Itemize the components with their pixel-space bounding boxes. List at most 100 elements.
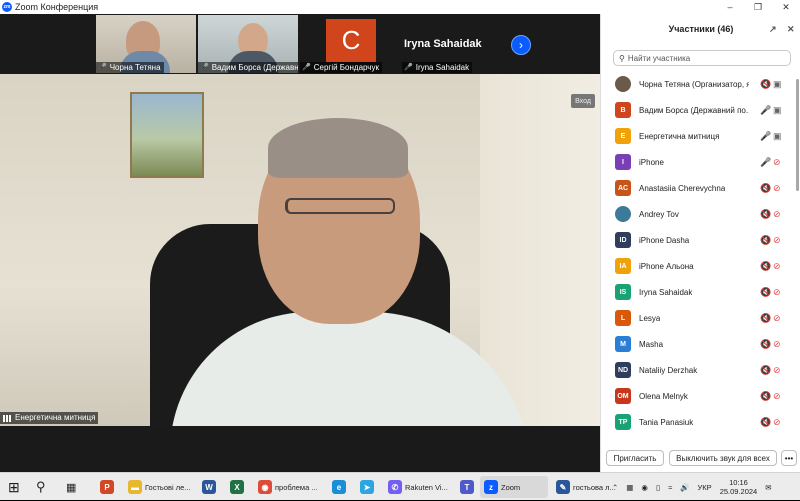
camera-off-icon[interactable]: ⊘ xyxy=(773,235,781,246)
app-icon: ➤ xyxy=(360,480,374,494)
participant-row[interactable]: OM Olena Melnyk 🔇 ⊘ xyxy=(601,383,794,409)
panel-footer: Пригласить Выключить звук для всех ••• xyxy=(601,448,800,470)
participant-row[interactable]: IS Iryna Sahaidak 🔇 ⊘ xyxy=(601,279,794,305)
taskbar-app-label: проблема ... xyxy=(275,482,318,492)
volume-icon[interactable]: 🔊 xyxy=(680,483,689,492)
camera-off-icon[interactable]: ⊘ xyxy=(773,261,781,272)
taskbar-app-button[interactable]: T xyxy=(456,476,480,498)
app-icon: ✎ xyxy=(556,480,570,494)
camera-off-icon[interactable]: ⊘ xyxy=(773,417,781,428)
scrollbar[interactable] xyxy=(795,71,800,441)
participant-name: Andrey Tov xyxy=(639,209,679,219)
tray-overflow-icon[interactable]: ⌃ xyxy=(612,483,618,492)
mic-muted-icon[interactable]: 🔇 xyxy=(760,339,771,350)
mic-muted-icon[interactable]: 🔇 xyxy=(760,417,771,428)
tile-name-label: 🎤 Чорна Тетяна xyxy=(96,62,164,73)
participant-row[interactable]: TP Tania Panasiuk 🔇 ⊘ xyxy=(601,409,794,435)
start-button[interactable]: ⊞ xyxy=(8,476,20,498)
taskbar-app-button[interactable]: ✎ гостьова л... xyxy=(552,476,620,498)
participant-row[interactable]: В Вадим Борса (Державний по... 🎤 ▣ xyxy=(601,97,794,123)
participant-row[interactable]: Andrey Tov 🔇 ⊘ xyxy=(601,201,794,227)
camera-icon[interactable]: ▣ xyxy=(773,131,782,142)
battery-icon[interactable]: ▯ xyxy=(656,483,660,492)
mute-all-button[interactable]: Выключить звук для всех xyxy=(669,450,777,466)
mic-icon[interactable]: 🎤 xyxy=(760,105,771,116)
shield-icon[interactable]: ▦ xyxy=(626,483,633,492)
minimize-button[interactable]: – xyxy=(716,0,744,14)
participant-row[interactable]: M Masha 🔇 ⊘ xyxy=(601,331,794,357)
video-tile[interactable]: 🎤 Чорна Тетяна xyxy=(96,15,196,73)
taskbar-app-button[interactable]: X xyxy=(226,476,250,498)
taskbar-app-button[interactable]: ◉ проблема ... xyxy=(254,476,322,498)
taskbar-app-button[interactable]: ✆ Rakuten Vi... xyxy=(384,476,452,498)
taskbar-app-button[interactable]: ➤ xyxy=(356,476,380,498)
camera-off-icon[interactable]: ⊘ xyxy=(773,339,781,350)
more-options-button[interactable]: ••• xyxy=(781,450,797,466)
system-tray: ⌃ ▦ ◉ ▯ ≈ 🔊 УКР 10:16 25.09.2024 ✉ xyxy=(612,473,772,501)
app-tray-icon[interactable]: ◉ xyxy=(641,483,648,492)
participant-row[interactable]: AC Anastasiia Cherevychna 🔇 ⊘ xyxy=(601,175,794,201)
mic-muted-icon[interactable]: 🔇 xyxy=(760,313,771,324)
camera-icon[interactable]: ▣ xyxy=(773,79,782,90)
camera-off-icon[interactable]: ⊘ xyxy=(773,183,781,194)
taskbar-app-button[interactable]: e xyxy=(328,476,352,498)
language-indicator[interactable]: УКР xyxy=(698,483,712,492)
taskbar-app-button[interactable]: W xyxy=(198,476,222,498)
active-speaker-video xyxy=(0,74,600,426)
app-icon: P xyxy=(100,480,114,494)
wifi-icon[interactable]: ≈ xyxy=(668,483,672,492)
muted-mic-icon: 🎤 xyxy=(98,64,107,71)
mic-icon[interactable]: 🎤 xyxy=(760,157,771,168)
mic-muted-icon[interactable]: 🔇 xyxy=(760,209,771,220)
search-input[interactable]: ⚲ Найти участника xyxy=(613,50,791,66)
search-taskbar-button[interactable]: ⚲ xyxy=(36,476,46,498)
video-tile[interactable]: 🎤Вадим Борса (Державни... xyxy=(198,15,298,73)
camera-off-icon[interactable]: ⊘ xyxy=(773,313,781,324)
camera-off-icon[interactable]: ⊘ xyxy=(773,209,781,220)
mic-muted-icon[interactable]: 🔇 xyxy=(760,79,771,90)
close-icon[interactable]: ✕ xyxy=(787,24,795,35)
app-icon: ◉ xyxy=(258,480,272,494)
participant-row[interactable]: Е Енергетична митниця 🎤 ▣ xyxy=(601,123,794,149)
search-icon: ⚲ xyxy=(36,479,46,494)
participant-row[interactable]: IiPhone 🎤 ⊘ xyxy=(601,149,794,175)
participant-row[interactable]: ND Nataliiy Derzhak 🔇 ⊘ xyxy=(601,357,794,383)
clock[interactable]: 10:16 25.09.2024 xyxy=(720,478,758,496)
muted-mic-icon: 🎤 xyxy=(302,64,311,71)
close-button[interactable]: ✕ xyxy=(772,0,800,14)
participant-row[interactable]: ID iPhone Dasha 🔇 ⊘ xyxy=(601,227,794,253)
invite-button[interactable]: Пригласить xyxy=(606,450,664,466)
mic-muted-icon[interactable]: 🔇 xyxy=(760,261,771,272)
taskbar-app-label: Гостьові ле... xyxy=(145,482,191,492)
task-view-button[interactable]: ▦ xyxy=(66,476,76,498)
mic-muted-icon[interactable]: 🔇 xyxy=(760,391,771,402)
tile-big-name: Iryna Sahaidak xyxy=(404,38,482,50)
speaker-glasses xyxy=(285,198,395,214)
maximize-button[interactable]: ❐ xyxy=(744,0,772,14)
view-button[interactable]: Вход xyxy=(571,94,595,108)
camera-off-icon[interactable]: ⊘ xyxy=(773,287,781,298)
mic-muted-icon[interactable]: 🔇 xyxy=(760,287,771,298)
next-page-button[interactable]: › xyxy=(511,35,531,55)
avatar: IA xyxy=(615,258,631,274)
taskbar-app-button[interactable]: P xyxy=(96,476,120,498)
camera-icon[interactable]: ▣ xyxy=(773,105,782,116)
camera-off-icon[interactable]: ⊘ xyxy=(773,157,781,168)
popout-icon[interactable]: ↗ xyxy=(769,24,777,35)
taskbar-app-button[interactable]: ▬ Гостьові ле... xyxy=(124,476,192,498)
mic-muted-icon[interactable]: 🔇 xyxy=(760,365,771,376)
zoom-logo-icon: zm xyxy=(2,2,12,12)
notifications-icon[interactable]: ✉ xyxy=(765,483,771,492)
camera-off-icon[interactable]: ⊘ xyxy=(773,365,781,376)
taskbar-app-button[interactable]: z Zoom xyxy=(480,476,548,498)
participant-row[interactable]: IA iPhone Альона 🔇 ⊘ xyxy=(601,253,794,279)
participant-row[interactable]: L Lesya 🔇 ⊘ xyxy=(601,305,794,331)
mic-icon[interactable]: 🎤 xyxy=(760,131,771,142)
participant-row[interactable]: Чорна Тетяна (Организатор, я) 🔇 ▣ xyxy=(601,71,794,97)
participant-name: iPhone Альона xyxy=(639,261,694,271)
mic-muted-icon[interactable]: 🔇 xyxy=(760,235,771,246)
scrollbar-thumb[interactable] xyxy=(796,79,799,191)
taskbar-app-label: Rakuten Vi... xyxy=(405,482,448,492)
camera-off-icon[interactable]: ⊘ xyxy=(773,391,781,402)
mic-muted-icon[interactable]: 🔇 xyxy=(760,183,771,194)
